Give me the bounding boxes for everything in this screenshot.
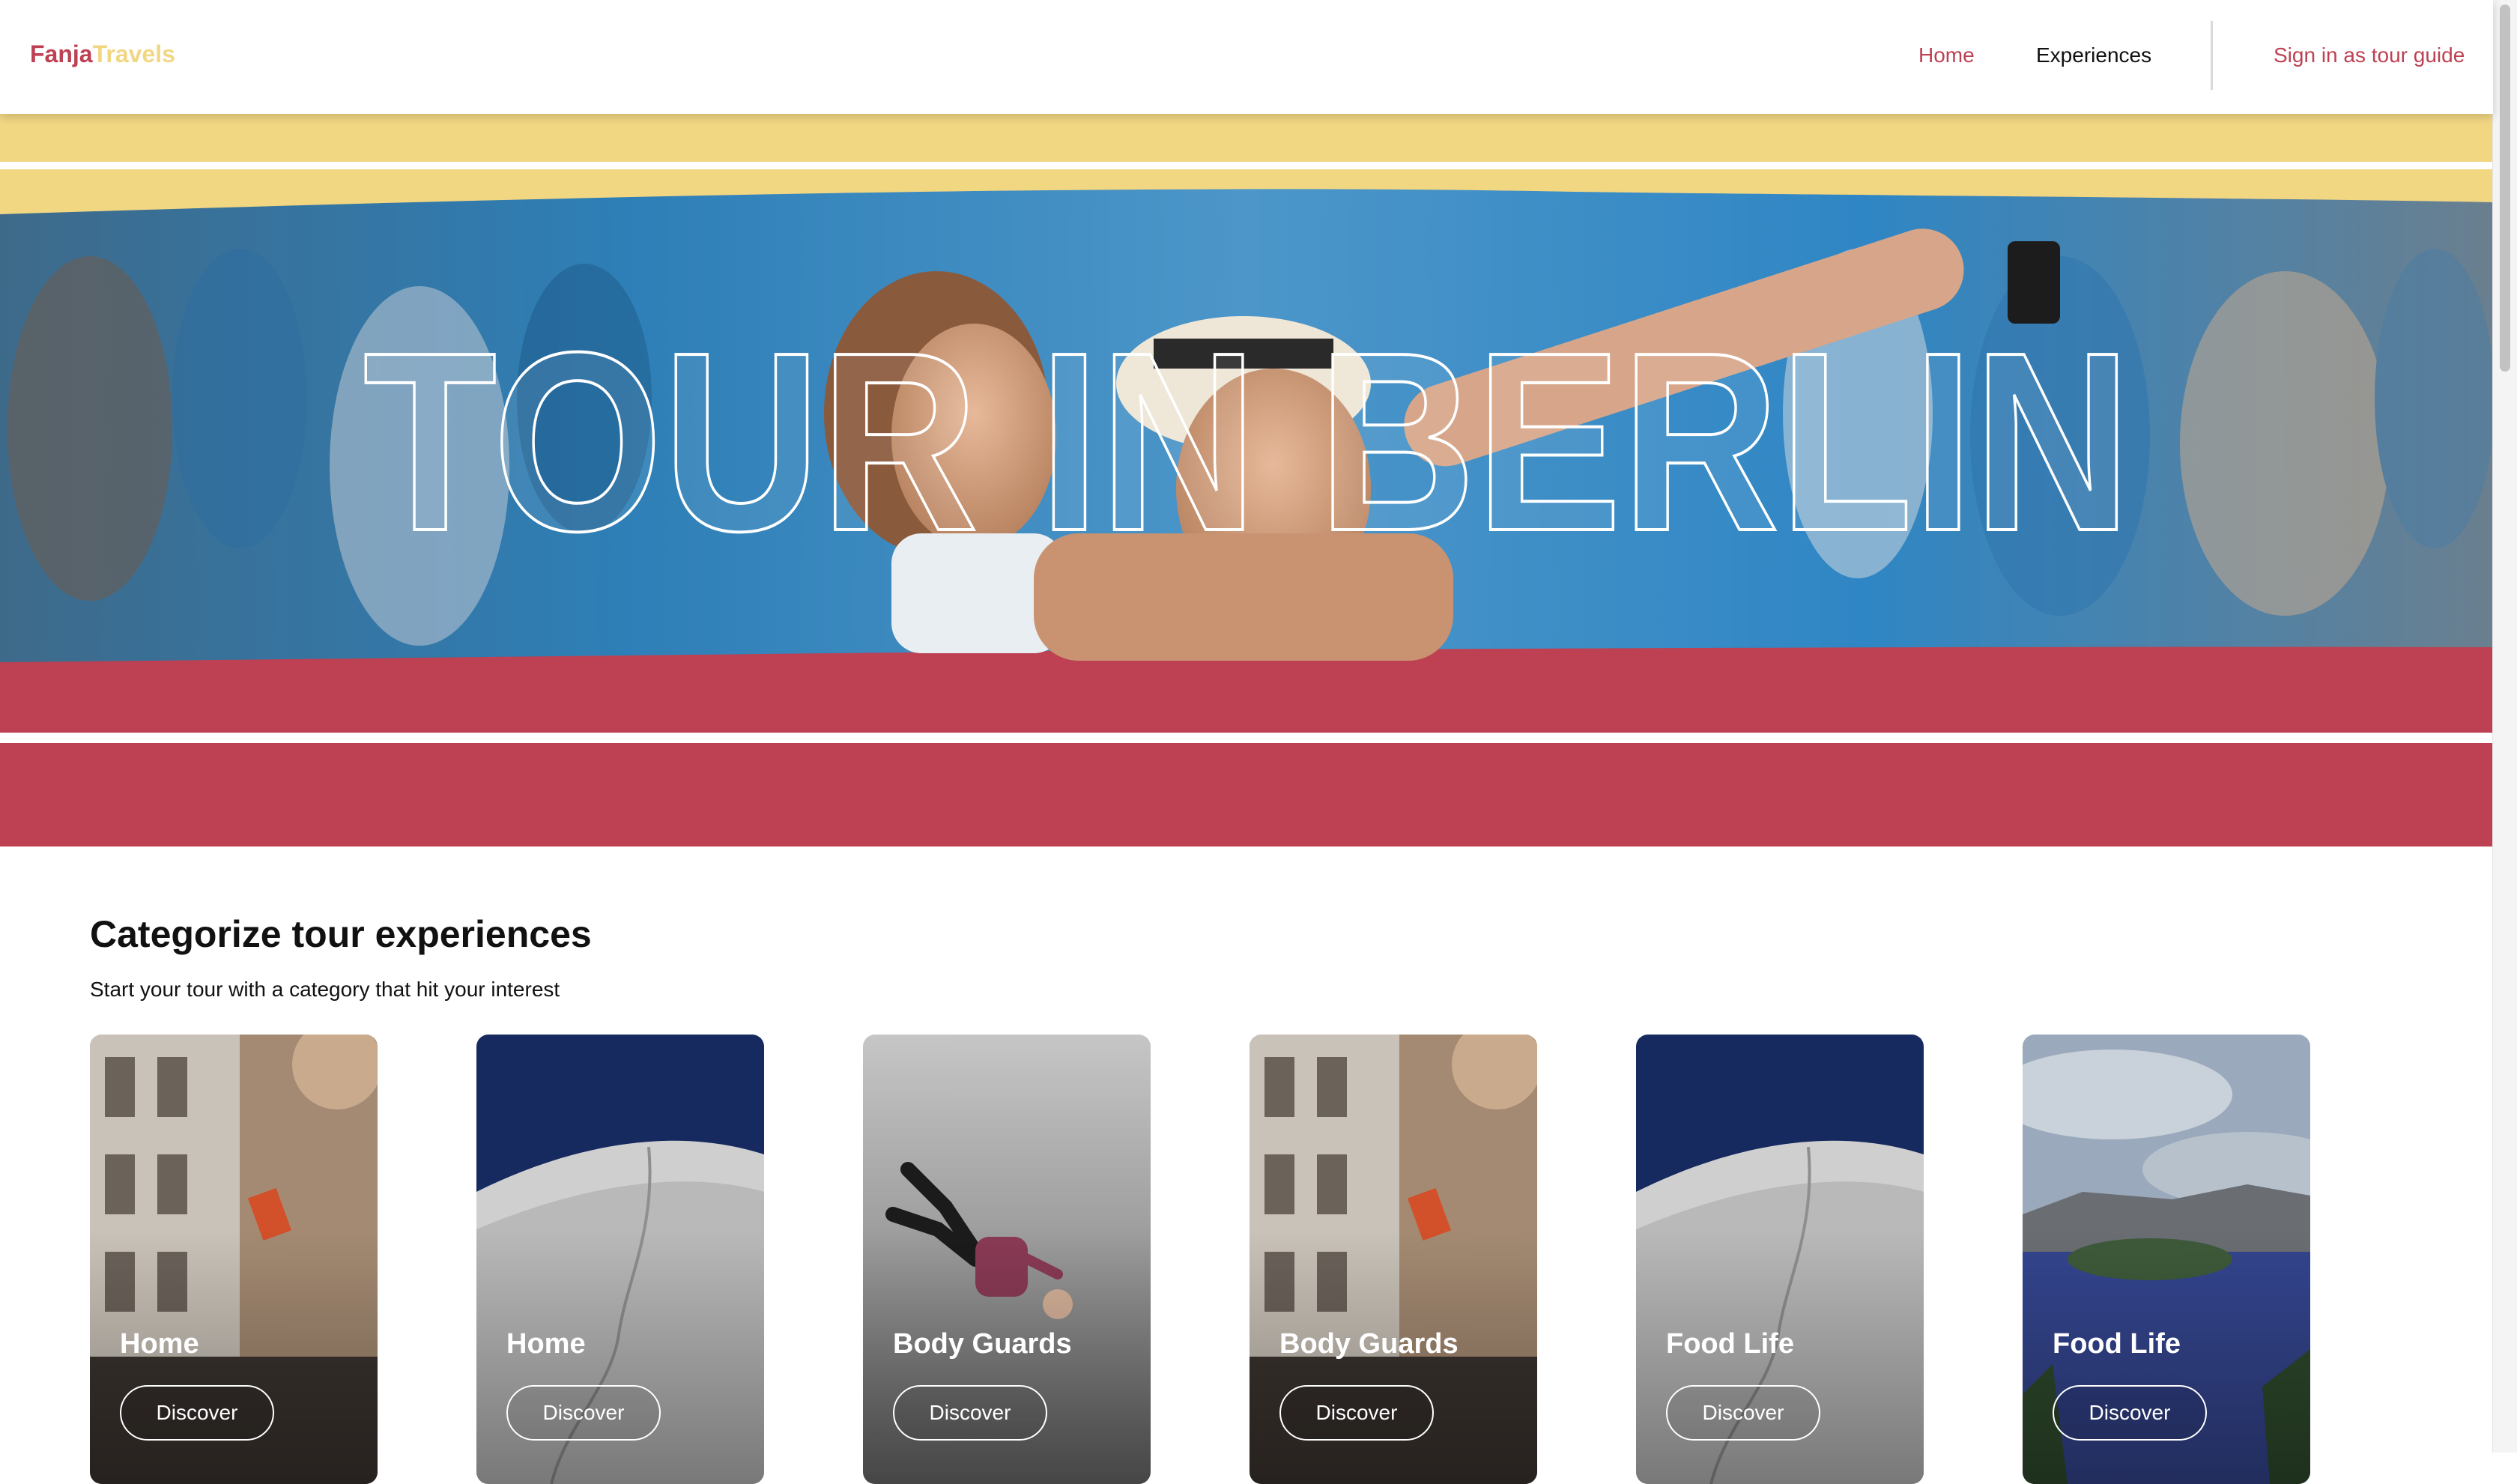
discover-button[interactable]: Discover <box>1279 1385 1434 1441</box>
discover-button[interactable]: Discover <box>1666 1385 1820 1441</box>
category-card[interactable]: Home Discover <box>90 1035 378 1484</box>
logo-part-travels: Travels <box>92 40 175 67</box>
top-navbar: FanjaTravels Home Experiences Sign in as… <box>0 0 2493 114</box>
hero-graphic: TOUR IN BERLIN <box>0 114 2493 847</box>
hero-title: TOUR IN BERLIN <box>363 300 2131 584</box>
section-subtitle: Start your tour with a category that hit… <box>90 978 560 1001</box>
category-card[interactable]: Food Life Discover <box>2023 1035 2310 1484</box>
card-title: Body Guards <box>1279 1328 1459 1360</box>
discover-button[interactable]: Discover <box>506 1385 661 1441</box>
logo-part-fanja: Fanja <box>30 40 93 67</box>
vertical-scrollbar[interactable] <box>2492 0 2517 1453</box>
discover-button[interactable]: Discover <box>893 1385 1047 1441</box>
category-card[interactable]: Food Life Discover <box>1636 1035 1924 1484</box>
card-title: Body Guards <box>893 1328 1072 1360</box>
category-card[interactable]: Body Guards Discover <box>863 1035 1151 1484</box>
card-title: Food Life <box>1666 1328 1794 1360</box>
scrollbar-thumb[interactable] <box>2500 4 2510 372</box>
hero-red-stripe-2 <box>0 743 2493 847</box>
card-title: Food Life <box>2053 1328 2181 1360</box>
discover-button[interactable]: Discover <box>2053 1385 2207 1441</box>
card-title: Home <box>506 1328 586 1360</box>
category-card[interactable]: Home Discover <box>476 1035 764 1484</box>
nav-home-link[interactable]: Home <box>1918 43 1975 67</box>
brand-logo[interactable]: FanjaTravels <box>30 40 175 68</box>
nav-experiences-link[interactable]: Experiences <box>2036 43 2151 67</box>
card-title: Home <box>120 1328 199 1360</box>
category-card[interactable]: Body Guards Discover <box>1250 1035 1537 1484</box>
sign-in-tour-guide-link[interactable]: Sign in as tour guide <box>2274 43 2465 67</box>
discover-button[interactable]: Discover <box>120 1385 274 1441</box>
nav-divider <box>2211 21 2213 90</box>
section-title: Categorize tour experiences <box>90 913 592 955</box>
hero-yellow-stripe <box>0 114 2493 162</box>
hero-banner: TOUR IN BERLIN <box>0 114 2493 847</box>
